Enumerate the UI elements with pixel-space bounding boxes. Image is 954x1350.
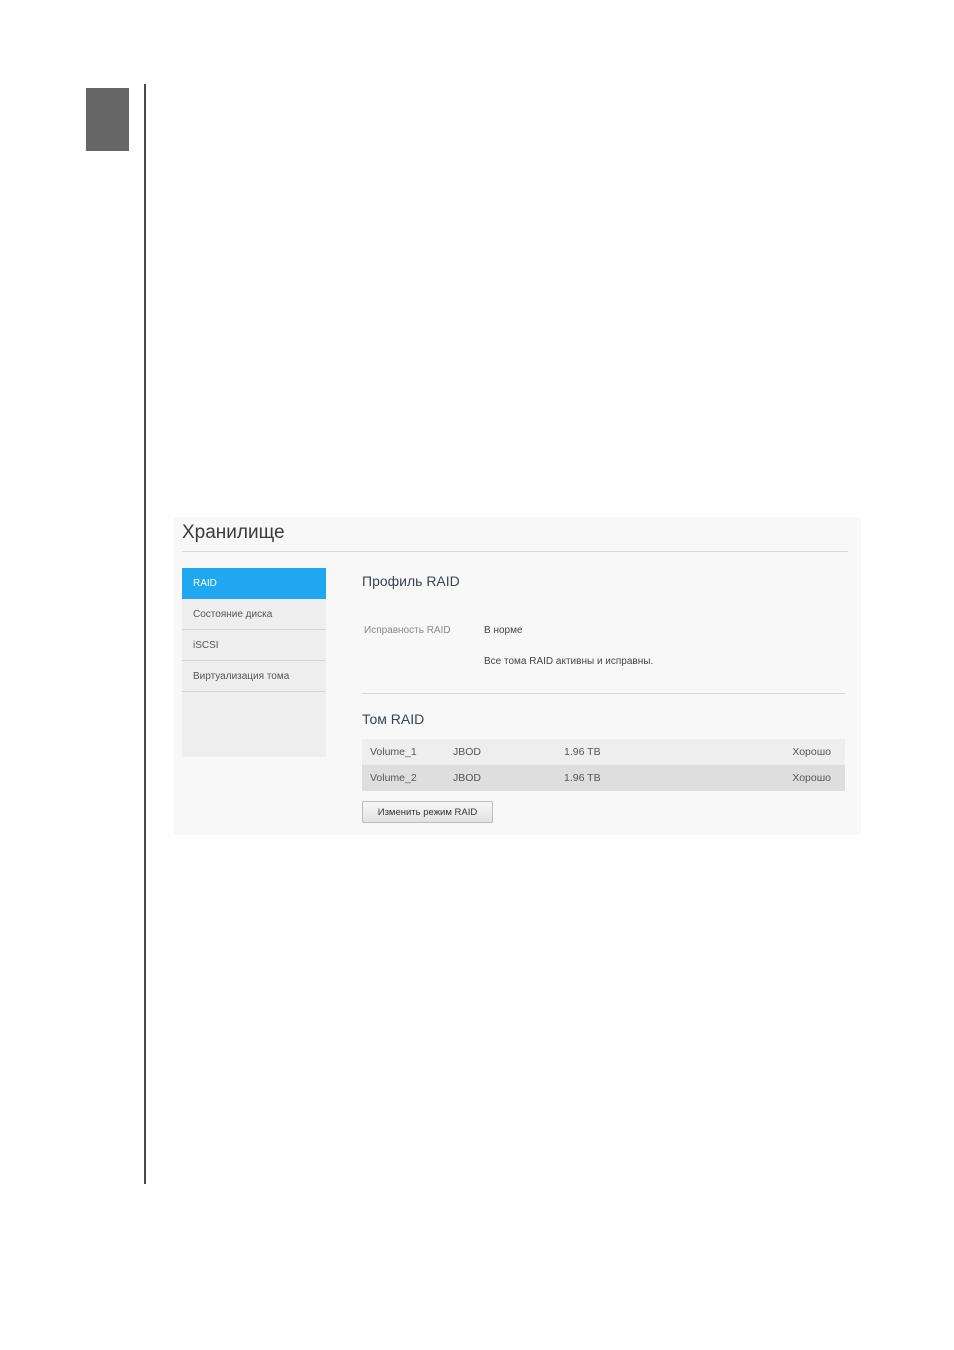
volume-name: Volume_2 [370, 772, 417, 784]
volume-status: Хорошо [792, 772, 831, 784]
margin-rule [144, 84, 146, 1184]
raid-health-detail: Все тома RAID активны и исправны. [484, 656, 654, 667]
raid-health-label: Исправность RAID [364, 625, 451, 636]
sidebar-item-volume-virtualization[interactable]: Виртуализация тома [182, 661, 326, 692]
section-divider [362, 693, 845, 694]
title-divider [182, 551, 848, 552]
chapter-tab [86, 88, 129, 151]
sidebar-item-disk-status[interactable]: Состояние диска [182, 599, 326, 630]
raid-volume-table: Volume_1 JBOD 1.96 TB Хорошо Volume_2 JB… [362, 739, 845, 791]
storage-panel: Хранилище RAID Состояние диска iSCSI Вир… [174, 517, 861, 835]
volume-size: 1.96 TB [564, 746, 601, 758]
sidebar-item-iscsi[interactable]: iSCSI [182, 630, 326, 661]
page-title: Хранилище [182, 522, 285, 543]
change-raid-mode-button[interactable]: Изменить режим RAID [362, 801, 493, 823]
volume-type: JBOD [453, 772, 482, 784]
table-row[interactable]: Volume_2 JBOD 1.96 TB Хорошо [362, 765, 845, 791]
volume-name: Volume_1 [370, 746, 417, 758]
table-row[interactable]: Volume_1 JBOD 1.96 TB Хорошо [362, 739, 845, 765]
raid-volumes-title: Том RAID [362, 711, 425, 727]
volume-status: Хорошо [792, 746, 831, 758]
raid-profile-title: Профиль RAID [362, 573, 460, 589]
sidebar-item-raid[interactable]: RAID [182, 568, 326, 599]
sidebar: RAID Состояние диска iSCSI Виртуализация… [182, 568, 326, 757]
volume-size: 1.96 TB [564, 772, 601, 784]
volume-type: JBOD [453, 746, 482, 758]
raid-health-value: В норме [484, 625, 523, 636]
